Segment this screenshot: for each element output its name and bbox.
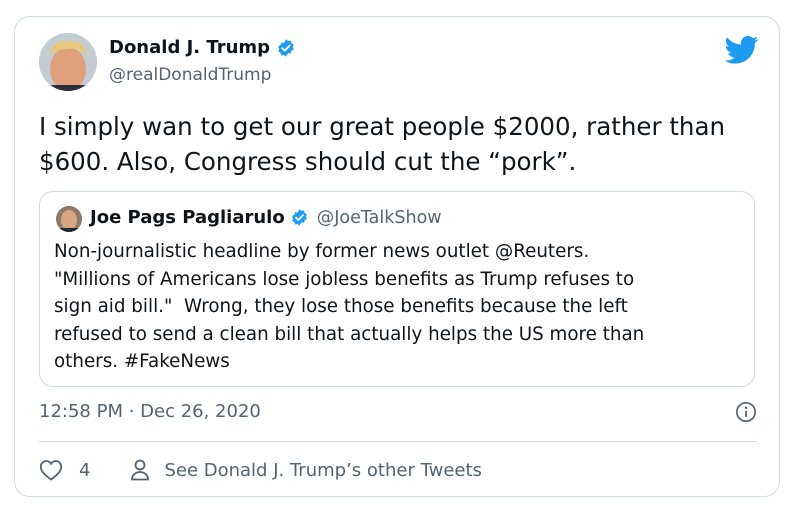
quoted-author-name[interactable]: Joe Pags Pagliarulo <box>90 207 285 228</box>
divider <box>39 441 757 442</box>
author-name-row: Donald J. Trump <box>109 37 296 58</box>
author-name[interactable]: Donald J. Trump <box>109 37 270 58</box>
tweet-text: I simply wan to get our great people $20… <box>39 112 725 176</box>
quoted-author-avatar[interactable] <box>56 206 82 232</box>
tweet-card: Donald J. Trump @realDonaldTrump I simpl… <box>14 16 780 497</box>
twitter-bird-icon[interactable] <box>725 35 759 65</box>
verified-badge-icon <box>278 38 294 57</box>
person-icon[interactable] <box>130 459 150 481</box>
quoted-tweet[interactable]: Joe Pags Pagliarulo @JoeTalkShow Non-jou… <box>39 191 755 387</box>
author-avatar[interactable] <box>39 33 97 91</box>
heart-icon[interactable] <box>39 459 63 481</box>
quoted-tweet-text: Non-journalistic headline by former news… <box>54 241 645 372</box>
verified-badge-icon <box>291 209 307 226</box>
tweet-actions: 4 See Donald J. Trump’s other Tweets <box>39 459 482 481</box>
tweet-timestamp[interactable]: 12:58 PM · Dec 26, 2020 <box>39 401 261 422</box>
quoted-author-row: Joe Pags Pagliarulo @JoeTalkShow <box>90 207 442 228</box>
info-icon[interactable] <box>735 401 757 423</box>
author-handle[interactable]: @realDonaldTrump <box>109 65 271 85</box>
see-other-tweets-link[interactable]: See Donald J. Trump’s other Tweets <box>164 460 481 481</box>
quoted-author-handle[interactable]: @JoeTalkShow <box>317 208 442 228</box>
like-count[interactable]: 4 <box>79 460 90 481</box>
